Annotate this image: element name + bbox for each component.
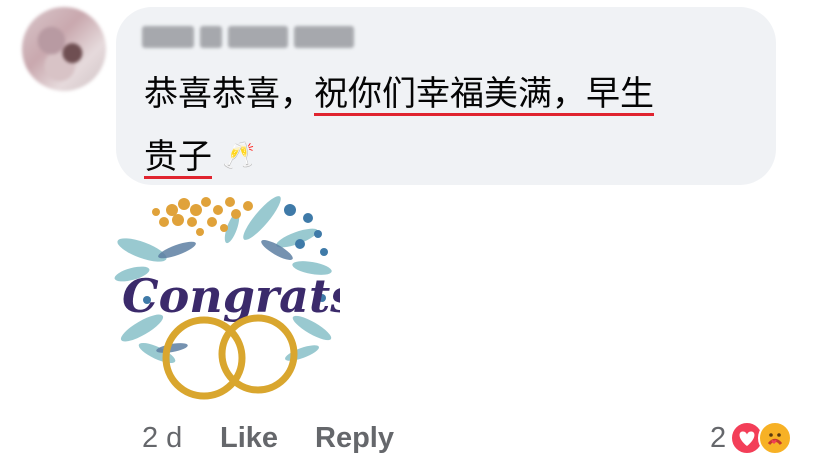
clinking-glasses-emoji: 🥂 — [222, 141, 256, 171]
avatar[interactable] — [22, 7, 106, 91]
wedding-rings — [162, 314, 298, 400]
blurred-name-part — [142, 26, 194, 48]
comment-text: 恭喜恭喜，祝你们幸福美满，早生 贵子 🥂 — [144, 63, 764, 188]
comment-text-underlined: 贵子 — [144, 137, 212, 177]
comment-text-underlined: 祝你们幸福美满，早生 — [314, 74, 654, 114]
reaction-summary[interactable]: 2 — [710, 420, 793, 456]
blurred-name-part — [200, 26, 222, 48]
reaction-count: 2 — [710, 421, 727, 454]
comment-text-segment: 恭喜恭喜， — [144, 74, 314, 114]
like-button[interactable]: Like — [220, 422, 278, 455]
care-icon — [758, 421, 793, 455]
berries-decoration — [152, 197, 253, 236]
comment-author-name[interactable] — [142, 21, 354, 53]
comment-actions: 2 d Like Reply 2 — [0, 420, 828, 460]
comment-timestamp[interactable]: 2 d — [142, 422, 182, 455]
congrats-lettering: Congrats — [122, 269, 340, 323]
blurred-name-part — [294, 26, 354, 48]
blurred-name-part — [228, 26, 288, 48]
comment-bubble: 恭喜恭喜，祝你们幸福美满，早生 贵子 🥂 — [116, 7, 776, 185]
congrats-sticker[interactable]: Congrats — [112, 188, 340, 410]
reply-button[interactable]: Reply — [315, 422, 394, 455]
